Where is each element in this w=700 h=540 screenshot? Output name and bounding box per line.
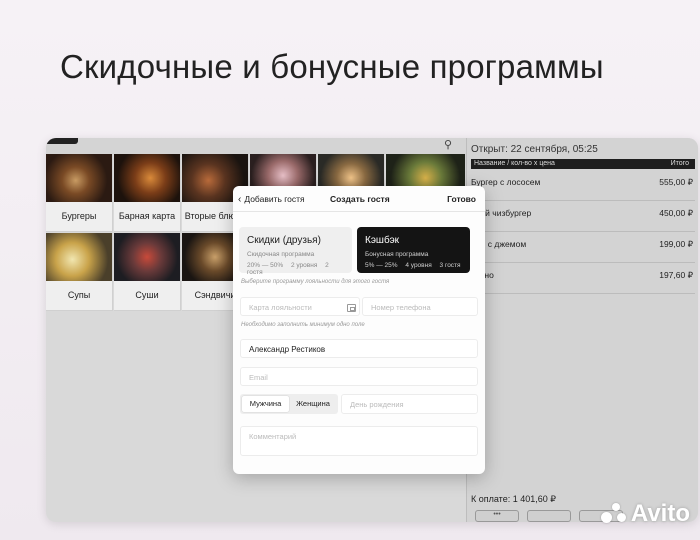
name-value: Александр Рестиков	[249, 345, 326, 354]
program-type: Скидочная программа	[247, 251, 315, 258]
gender-male-option[interactable]: Мужчина	[242, 396, 289, 412]
back-button[interactable]: ‹ Добавить гостя	[238, 194, 305, 205]
menu-tile-bar[interactable]: Барная карта	[114, 154, 181, 232]
more-button[interactable]: •••	[475, 510, 519, 522]
comment-placeholder: Комментарий	[249, 432, 297, 441]
program-guests: 3 гостя	[439, 262, 461, 269]
birthday-placeholder: День рождения	[350, 400, 404, 409]
topbar-marker	[46, 138, 78, 144]
tile-label: Бургеры	[61, 211, 97, 221]
tile-photo	[114, 233, 180, 281]
create-guest-modal: ‹ Добавить гостя Создать гостя Готово Ски…	[233, 186, 485, 474]
program-type: Бонусная программа	[365, 251, 429, 258]
loyalty-card-placeholder: Карта лояльности	[249, 303, 312, 312]
menu-tile-soups[interactable]: Супы	[46, 233, 113, 311]
order-total: К оплате: 1 401,60 ₽	[471, 494, 556, 504]
order-item-price: 197,60 ₽	[659, 270, 693, 280]
tablet-topbar: ⚲	[46, 138, 466, 154]
column-name-header: Название / кол-во x цена	[474, 160, 555, 167]
program-card-cashback[interactable]: Кэшбэк Бонусная программа 5% — 25% 4 уро…	[357, 227, 470, 273]
order-item[interactable]: учино 197,60 ₽	[471, 264, 695, 294]
order-item-price: 450,00 ₽	[659, 208, 693, 218]
phone-placeholder: Номер телефона	[371, 303, 431, 312]
email-input[interactable]: Email	[240, 367, 478, 386]
birthday-input[interactable]: День рождения	[341, 394, 478, 414]
loyalty-card-input[interactable]: Карта лояльности	[240, 297, 360, 316]
column-total-header: Итого	[670, 160, 689, 167]
order-item-price: 199,00 ₽	[659, 239, 693, 249]
comment-input[interactable]: Комментарий	[240, 426, 478, 456]
phone-input[interactable]: Номер телефона	[362, 297, 478, 316]
tile-photo	[114, 154, 180, 202]
program-range: 20% — 50%	[247, 262, 284, 269]
program-levels: 2 уровня	[290, 262, 318, 269]
program-card-discounts[interactable]: Скидки (друзья) Скидочная программа 20% …	[239, 227, 352, 276]
tile-photo	[46, 154, 112, 202]
name-input[interactable]: Александр Рестиков	[240, 339, 478, 358]
back-label: Добавить гостя	[244, 194, 305, 204]
chevron-left-icon: ‹	[238, 194, 242, 205]
menu-tile-sushi[interactable]: Суши	[114, 233, 181, 311]
program-title: Скидки (друзья)	[247, 235, 321, 246]
avito-wordmark: Avito	[630, 500, 690, 527]
order-opened-time: Открыт: 22 сентября, 05:25	[471, 144, 598, 155]
avito-logo-icon	[600, 503, 627, 525]
print-button[interactable]	[527, 510, 571, 522]
program-range: 5% — 25%	[365, 262, 398, 269]
modal-title: Создать гостя	[330, 194, 390, 204]
scan-icon[interactable]	[347, 304, 356, 312]
tile-label: Супы	[67, 290, 91, 300]
order-item[interactable]: йной чизбургер 450,00 ₽	[471, 202, 695, 232]
tile-label: Барная карта	[118, 211, 176, 221]
program-title: Кэшбэк	[365, 235, 400, 246]
order-item-price: 555,00 ₽	[659, 177, 693, 187]
modal-header: ‹ Добавить гостя Создать гостя Готово	[233, 186, 485, 212]
avito-watermark: Avito	[600, 500, 690, 528]
program-meta: 5% — 25% 4 уровня 3 гостя	[365, 262, 467, 269]
program-hint: Выберите программу лояльности для этого …	[241, 279, 390, 285]
order-item[interactable]: Бургер с лососем 555,00 ₽	[471, 171, 695, 201]
program-levels: 4 уровня	[405, 262, 432, 269]
done-button[interactable]: Готово	[447, 194, 476, 204]
tile-label: Суши	[135, 290, 159, 300]
gender-female-option[interactable]: Женщина	[290, 396, 336, 412]
program-meta: 20% — 50% 2 уровня 2 гостя	[247, 262, 352, 276]
order-panel: Открыт: 22 сентября, 05:25 Название / ко…	[466, 138, 698, 522]
email-placeholder: Email	[249, 373, 268, 382]
tile-photo	[46, 233, 112, 281]
menu-tile-burgers[interactable]: Бургеры	[46, 154, 113, 232]
gender-selector: Мужчина Женщина	[240, 394, 338, 414]
required-hint: Необходимо заполнить минимум одно поле	[241, 322, 365, 328]
page-headline: Скидочные и бонусные программы	[60, 48, 604, 85]
search-icon[interactable]: ⚲	[444, 138, 452, 151]
order-item[interactable]: али с джемом 199,00 ₽	[471, 233, 695, 263]
order-columns-header: Название / кол-во x цена Итого	[471, 159, 695, 169]
